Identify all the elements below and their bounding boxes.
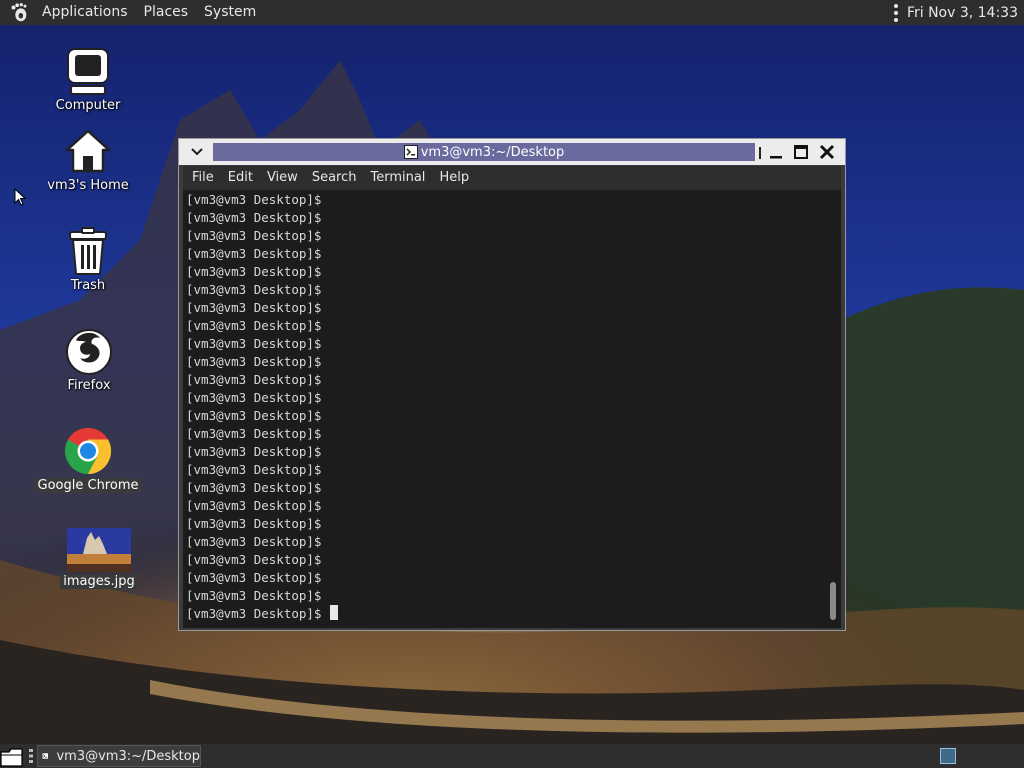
menu-terminal[interactable]: Terminal [363, 166, 432, 190]
terminal-menubar: File Edit View Search Terminal Help [183, 166, 841, 190]
terminal-line: [vm3@vm3 Desktop]$ [186, 534, 322, 549]
terminal-line: [vm3@vm3 Desktop]$ [186, 570, 322, 585]
window-title-area[interactable]: vm3@vm3:~/Desktop [213, 143, 755, 161]
terminal-line: [vm3@vm3 Desktop]$ [186, 426, 322, 441]
terminal-scrollbar[interactable] [827, 190, 839, 628]
panel-right-area: Fri Nov 3, 14:33 [891, 3, 1024, 23]
desktop-icon-firefox[interactable]: Firefox [34, 326, 144, 393]
gnome-foot-icon[interactable] [8, 2, 30, 24]
terminal-line: [vm3@vm3 Desktop]$ [186, 480, 322, 495]
terminal-window[interactable]: vm3@vm3:~/Desktop File Edit View Search … [178, 138, 846, 631]
terminal-line: [vm3@vm3 Desktop]$ [186, 210, 322, 225]
bottom-panel: vm3@vm3:~/Desktop [0, 744, 1024, 768]
desktop-icon-label: Firefox [67, 378, 111, 393]
terminal-line: [vm3@vm3 Desktop]$ [186, 192, 322, 207]
terminal-icon [403, 145, 418, 159]
terminal-line: [vm3@vm3 Desktop]$ [186, 498, 322, 513]
panel-handle-icon[interactable] [28, 748, 34, 764]
desktop-icon-chrome[interactable]: Google Chrome [33, 426, 143, 493]
terminal-cursor [330, 605, 338, 620]
system-menu[interactable]: System [196, 0, 264, 25]
terminal-line: [vm3@vm3 Desktop]$ [186, 318, 322, 333]
window-title: vm3@vm3:~/Desktop [420, 144, 565, 160]
terminal-line: [vm3@vm3 Desktop]$ [186, 246, 322, 261]
desktop-icon-label: images.jpg [60, 574, 138, 589]
window-titlebar[interactable]: vm3@vm3:~/Desktop [179, 139, 845, 165]
places-menu[interactable]: Places [136, 0, 197, 25]
titlebar-separator [759, 147, 761, 159]
desktop-icon-images-jpg[interactable]: images.jpg [44, 528, 154, 589]
desktop-icon-home[interactable]: vm3's Home [33, 126, 143, 193]
terminal-icon [42, 752, 49, 760]
desktop-icon-label: vm3's Home [47, 178, 129, 193]
desktop-icon-label: Trash [70, 278, 106, 293]
applications-menu[interactable]: Applications [34, 0, 136, 25]
terminal-lines: [vm3@vm3 Desktop]$ [vm3@vm3 Desktop]$ [v… [186, 191, 338, 623]
terminal-prompt: [vm3@vm3 Desktop]$ [186, 606, 322, 621]
desktop-icon-label: Computer [55, 98, 121, 113]
terminal-line: [vm3@vm3 Desktop]$ [186, 228, 322, 243]
image-thumbnail-icon [67, 528, 131, 572]
menu-help[interactable]: Help [432, 166, 476, 190]
trash-icon [69, 227, 107, 275]
kebab-menu-icon[interactable] [891, 3, 901, 23]
desktop-icon-computer[interactable]: Computer [33, 46, 143, 113]
terminal-line: [vm3@vm3 Desktop]$ [186, 462, 322, 477]
mouse-pointer-icon [14, 188, 26, 206]
menu-file[interactable]: File [183, 166, 221, 190]
desktop-icon-trash[interactable]: Trash [33, 226, 143, 293]
show-desktop-icon[interactable] [0, 746, 24, 767]
maximize-icon[interactable] [792, 143, 810, 161]
terminal-prompt-line: [vm3@vm3 Desktop]$ [186, 605, 338, 623]
top-panel: Applications Places System Fri Nov 3, 14… [0, 0, 1024, 25]
terminal-line: [vm3@vm3 Desktop]$ [186, 336, 322, 351]
terminal-line: [vm3@vm3 Desktop]$ [186, 300, 322, 315]
terminal-line: [vm3@vm3 Desktop]$ [186, 408, 322, 423]
terminal-line: [vm3@vm3 Desktop]$ [186, 390, 322, 405]
menu-search[interactable]: Search [305, 166, 364, 190]
menu-view[interactable]: View [260, 166, 305, 190]
terminal-line: [vm3@vm3 Desktop]$ [186, 444, 322, 459]
firefox-icon [66, 329, 112, 375]
clock[interactable]: Fri Nov 3, 14:33 [907, 5, 1018, 21]
taskbar-button-terminal[interactable]: vm3@vm3:~/Desktop [37, 745, 201, 767]
window-menu-chevron-icon[interactable] [185, 141, 209, 163]
close-icon[interactable] [818, 143, 836, 161]
chrome-icon [65, 427, 112, 475]
taskbar-button-label: vm3@vm3:~/Desktop [56, 748, 200, 764]
terminal-line: [vm3@vm3 Desktop]$ [186, 354, 322, 369]
terminal-line: [vm3@vm3 Desktop]$ [186, 282, 322, 297]
menu-edit[interactable]: Edit [221, 166, 260, 190]
terminal-output[interactable]: [vm3@vm3 Desktop]$ [vm3@vm3 Desktop]$ [v… [183, 190, 841, 628]
home-folder-icon [65, 129, 111, 173]
terminal-line: [vm3@vm3 Desktop]$ [186, 372, 322, 387]
terminal-line: [vm3@vm3 Desktop]$ [186, 516, 322, 531]
terminal-line: [vm3@vm3 Desktop]$ [186, 264, 322, 279]
desktop-icon-label: Google Chrome [34, 478, 142, 493]
terminal-line: [vm3@vm3 Desktop]$ [186, 552, 322, 567]
minimize-icon[interactable] [767, 143, 785, 161]
terminal-line: [vm3@vm3 Desktop]$ [186, 588, 322, 603]
scrollbar-thumb[interactable] [830, 582, 836, 620]
computer-icon [67, 48, 109, 95]
workspace-switcher[interactable] [940, 748, 956, 764]
